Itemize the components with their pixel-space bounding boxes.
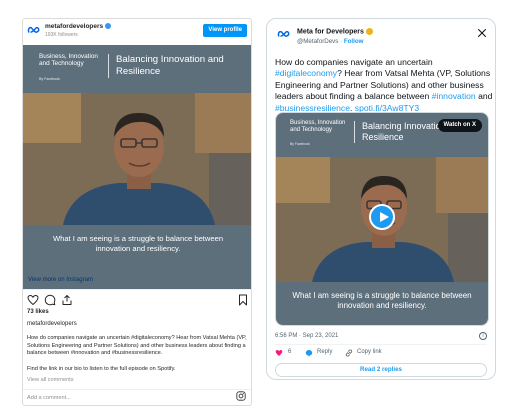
hashtag-link[interactable]: #digitaleconomy	[275, 68, 337, 78]
watch-on-x-button[interactable]: Watch on X	[437, 119, 482, 132]
view-comments-link[interactable]: View all comments	[27, 377, 74, 383]
speaker-illustration	[23, 93, 251, 225]
tweet-text-part: and	[475, 91, 493, 102]
meta-logo-icon[interactable]	[277, 29, 291, 39]
follower-count: 193K followers	[45, 32, 78, 38]
tweet-text-part: How do companies navigate an uncertain	[275, 57, 433, 67]
instagram-embed: metafordevelopers 193K followers View pr…	[22, 18, 252, 406]
info-icon[interactable]: i	[479, 332, 487, 340]
instagram-header: metafordevelopers 193K followers View pr…	[23, 19, 251, 43]
verified-badge-icon	[105, 23, 112, 30]
post-caption-link: Find the link in our bio to listen to th…	[27, 366, 176, 372]
reply-action[interactable]: Reply	[305, 349, 332, 357]
tweet-text: How do companies navigate an uncertain #…	[275, 57, 493, 114]
media-quote: What I am seeing is a struggle to balanc…	[52, 234, 224, 253]
tweet-embed: Meta for Developers @MetaforDevs · Follo…	[266, 18, 496, 380]
media-title-bar: Business, Innovation and Technology By F…	[23, 45, 251, 91]
like-count: 6	[288, 349, 292, 355]
instagram-username[interactable]: metafordevelopers	[45, 23, 112, 30]
hashtag-link[interactable]: #innovation	[432, 91, 476, 101]
account-name[interactable]: Meta for Developers	[297, 28, 373, 35]
bookmark-icon[interactable]	[237, 294, 249, 306]
meta-logo-icon[interactable]	[27, 25, 41, 35]
copy-link-label: Copy link	[357, 349, 382, 355]
series-label: Business, Innovation and Technology	[39, 53, 98, 68]
follow-button[interactable]: Follow	[344, 38, 364, 45]
heart-icon[interactable]	[275, 349, 283, 357]
heart-icon[interactable]	[27, 294, 39, 306]
instagram-post-media[interactable]: Business, Innovation and Technology By F…	[23, 45, 251, 289]
series-label: Business, Innovation and Technology	[290, 120, 346, 133]
media-title: Balancing Innovation and Resilience	[116, 54, 224, 77]
series-byline: By Facebook	[290, 142, 310, 146]
speaker-photo	[23, 93, 251, 225]
link-icon[interactable]	[345, 349, 353, 357]
reply-label: Reply	[317, 349, 333, 355]
tweet-timestamp[interactable]: 6:56 PM · Sep 23, 2021	[275, 333, 338, 339]
reply-icon[interactable]	[305, 349, 313, 357]
title-divider	[108, 54, 109, 78]
view-profile-button[interactable]: View profile	[203, 24, 247, 37]
like-action[interactable]: 6	[275, 349, 291, 357]
tweet-video[interactable]: Business, Innovation and Technology By F…	[275, 112, 489, 326]
post-caption: How do companies navigate an uncertain #…	[27, 335, 247, 357]
verified-badge-icon	[365, 28, 373, 35]
divider	[275, 344, 487, 345]
media-quote: What I am seeing is a struggle to balanc…	[292, 291, 472, 311]
like-count: 73 likes	[27, 309, 49, 315]
instagram-action-bar	[27, 294, 249, 308]
account-handle: @MetaforDevs · Follow	[297, 38, 364, 45]
x-logo-icon[interactable]	[477, 28, 487, 38]
account-name-text[interactable]: Meta for Developers	[297, 28, 364, 35]
add-comment-input[interactable]: Add a comment...	[27, 395, 71, 401]
share-icon[interactable]	[61, 294, 73, 306]
instagram-icon[interactable]	[236, 391, 246, 401]
play-icon[interactable]	[369, 204, 395, 230]
title-divider	[354, 121, 355, 143]
divider	[23, 289, 251, 290]
comment-icon[interactable]	[44, 294, 56, 306]
view-more-link[interactable]: View more on Instagram	[28, 277, 93, 283]
copy-link-action[interactable]: Copy link	[345, 349, 382, 357]
series-byline: By Facebook	[39, 77, 60, 81]
divider	[23, 389, 251, 390]
username-text[interactable]: metafordevelopers	[45, 23, 103, 30]
post-author[interactable]: metafordevelopers	[27, 321, 77, 327]
handle-text[interactable]: @MetaforDevs	[297, 38, 338, 45]
read-replies-button[interactable]: Read 2 replies	[275, 363, 487, 377]
